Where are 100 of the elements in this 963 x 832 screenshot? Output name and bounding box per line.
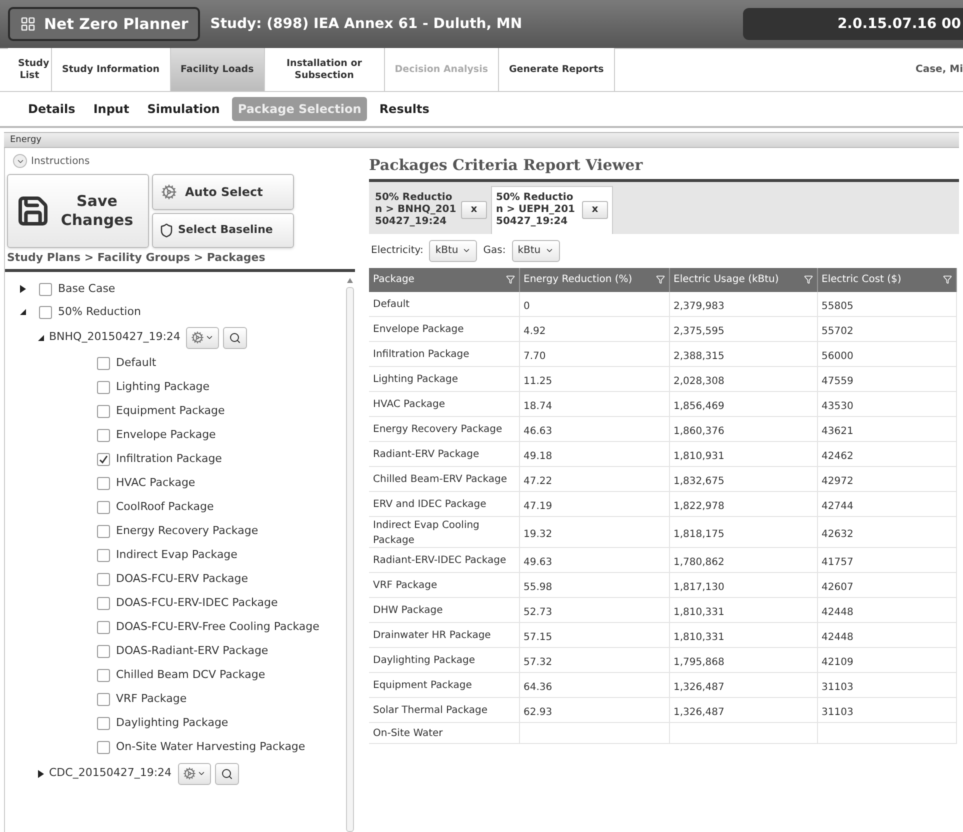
tree-item-label[interactable]: DOAS-FCU-ERV Package [116,571,248,588]
tree-item-label[interactable]: Indirect Evap Package [116,547,238,564]
table-cell: Indirect Evap Cooling Package [373,520,480,546]
table-cell: On-Site Water [373,728,443,739]
gas-unit-dropdown[interactable]: kBtu [512,240,560,262]
table-cell: 47.22 [524,476,552,486]
table-cell: 57.32 [524,656,552,668]
table-cell: 1,832,675 [674,476,724,486]
tree-item-label[interactable]: DOAS-FCU-ERV-IDEC Package [116,595,278,612]
tree-item-label[interactable]: Default [116,355,156,372]
table-cell: Drainwater HR Package [373,630,491,641]
user-name: Case, Mi [916,63,963,77]
table-cell: 56000 [822,350,854,362]
select-baseline-button[interactable]: Select Baseline [152,213,294,248]
tree-item-label[interactable]: Chilled Beam DCV Package [116,667,266,684]
table-cell: Radiant-ERV-IDEC Package [373,555,506,566]
tree-item-label[interactable]: Envelope Package [116,427,216,444]
table-cell: 2,028,308 [674,376,724,386]
table-cell: 1,795,868 [674,656,724,668]
tree-item-label[interactable]: Infiltration Package [116,451,222,468]
app-home-button[interactable]: Net Zero Planner [8,7,200,41]
table-cell: 7.70 [524,350,546,362]
table-cell: 0 [524,300,530,312]
nav-tab[interactable]: Facility Loads [170,48,265,91]
table-cell: DHW Package [373,605,443,616]
tree-item-label[interactable]: HVAC Package [116,475,196,492]
tree-item-label[interactable]: Equipment Package [116,403,225,420]
tree-item-label[interactable]: On-Site Water Harvesting Package [116,739,306,756]
table-cell: 1,818,175 [674,528,724,540]
tree-item-label[interactable]: VRF Package [116,691,187,708]
close-tab-button[interactable]: x [461,200,487,218]
close-tab-button[interactable]: x [582,201,608,219]
table-cell: 2,375,595 [674,326,724,336]
column-header[interactable]: Electric Usage (kBtu) [669,268,817,292]
table-cell: 43530 [822,400,854,412]
table-cell: 2,388,315 [674,350,724,362]
table-cell: Equipment Package [373,680,472,691]
sub-tab[interactable]: Input [87,97,136,121]
table-cell: 55.98 [524,582,552,592]
tree-item-label[interactable]: CDC_20150427_19:24 [49,765,172,782]
tree-item-label[interactable]: Energy Recovery Package [116,523,258,540]
table-cell: Infiltration Package [373,349,470,360]
table-cell: 31103 [822,682,854,692]
sub-tab[interactable]: Details [22,97,82,121]
nav-tab[interactable]: Installation or Subsection [264,48,385,91]
table-cell: 42607 [822,582,854,592]
nav-tab[interactable]: Study Information [52,48,170,91]
table-cell: 42109 [822,656,854,668]
tree-item-label[interactable]: Base Case [58,280,116,298]
nav-tab[interactable]: Generate Reports [499,48,615,91]
tree-item-label[interactable]: Daylighting Package [116,715,228,732]
tree-item-label[interactable]: DOAS-FCU-ERV-Free Cooling Package [116,619,320,636]
tree-item-label[interactable]: DOAS-Radiant-ERV Package [116,643,268,660]
table-cell: 19.32 [524,528,552,540]
table-cell: 64.36 [524,682,552,692]
tree-item-label[interactable]: 50% Reduction [58,304,141,320]
table-cell: Envelope Package [373,324,464,335]
table-cell: 1,856,469 [674,400,724,412]
sub-tab[interactable]: Results [373,97,436,121]
table-cell: Solar Thermal Package [373,705,488,716]
section-header: Energy [4,132,959,148]
table-cell: HVAC Package [373,399,445,410]
nav-tab[interactable]: Study List [8,48,52,91]
tree-item-label[interactable]: BNHQ_20150427_19:24 [49,329,180,346]
table-cell: 4.92 [524,326,546,336]
table-cell: 1,810,331 [674,606,724,618]
table-cell: 62.93 [524,706,552,718]
table-cell: 1,822,978 [674,500,724,512]
table-cell: 1,780,862 [674,556,724,568]
instructions-label: Instructions [31,154,90,168]
gas-label: Gas: [483,244,506,258]
table-cell: Default [373,299,410,310]
table-cell: 11.25 [524,376,552,386]
version-panel: 2.0.15.07.16 00 [743,8,963,40]
table-cell: ERV and IDEC Package [373,499,486,510]
table-cell: 1,817,130 [674,582,724,592]
table-cell: 47559 [822,376,854,386]
table-cell: 55805 [822,300,854,312]
auto-select-button[interactable]: Auto Select [152,174,294,210]
tree-item-label[interactable]: Lighting Package [116,379,210,396]
table-cell: 46.63 [524,426,552,436]
table-cell: 47.19 [524,500,552,512]
table-cell: 31103 [822,706,854,718]
column-header[interactable]: Energy Reduction (%) [519,268,669,292]
table-cell: Chilled Beam-ERV Package [373,474,508,485]
report-tab-label: 50% Reduction > BNHQ_20150427_19:24 [375,192,457,228]
tree-item-label[interactable]: CoolRoof Package [116,499,214,516]
save-changes-button[interactable]: Save Changes [7,174,149,248]
table-cell: Daylighting Package [373,655,476,666]
table-cell: 1,810,331 [674,632,724,642]
table-cell: 1,326,487 [674,706,724,718]
column-header[interactable]: Electric Cost ($) [817,268,956,292]
table-cell: 55702 [822,326,854,336]
table-cell: Energy Recovery Package [373,424,502,435]
sub-tab[interactable]: Simulation [141,97,226,121]
report-tab[interactable]: 50% Reduction > UEPH_20150427_19:24 x [491,186,613,234]
table-cell: 43621 [822,426,854,436]
electricity-unit-dropdown[interactable]: kBtu [429,240,478,262]
table-cell: 52.73 [524,606,552,618]
column-header[interactable]: Package [369,268,519,292]
